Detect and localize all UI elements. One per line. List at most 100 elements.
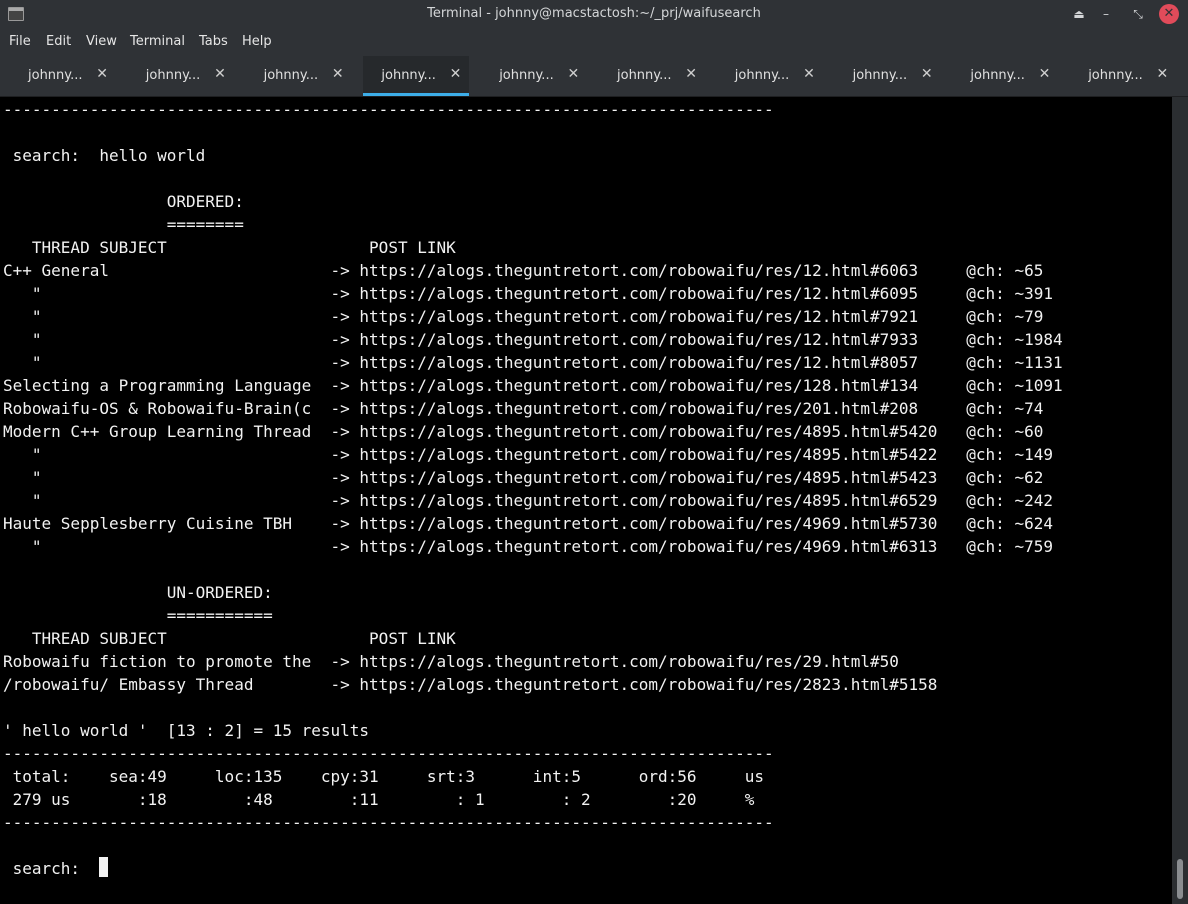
tab-close-icon[interactable]: ✕ — [921, 66, 933, 82]
terminal-line: C++ General -> https://alogs.theguntreto… — [3, 259, 1043, 282]
terminal-line: total: sea:49 loc:135 cpy:31 srt:3 int:5… — [3, 765, 764, 788]
terminal-line: /robowaifu/ Embassy Thread -> https://al… — [3, 673, 937, 696]
terminal-line: " -> https://alogs.theguntretort.com/rob… — [3, 351, 1063, 374]
terminal-line: Robowaifu-OS & Robowaifu-Brain(c -> http… — [3, 397, 1043, 420]
terminal-line-text: Robowaifu-OS & Robowaifu-Brain(c -> http… — [3, 399, 1044, 418]
terminal-line-text: search: — [3, 859, 100, 878]
terminal-line-text: total: sea:49 loc:135 cpy:31 srt:3 int:5… — [3, 767, 764, 786]
terminal-tab[interactable]: johnny... ✕ — [10, 56, 116, 96]
scrollbar-thumb[interactable] — [1177, 859, 1183, 899]
terminal-line-text: Robowaifu fiction to promote the -> http… — [3, 652, 899, 671]
terminal-line: ' hello world ' [13 : 2] = 15 results — [3, 719, 369, 742]
menu-bar: File Edit View Terminal Tabs Help — [0, 28, 1188, 56]
terminal-line: =========== — [3, 604, 273, 627]
tab-label: johnny... — [852, 68, 908, 83]
tab-close-icon[interactable]: ✕ — [214, 66, 226, 82]
terminal-line: UN-ORDERED: — [3, 581, 273, 604]
terminal-line-text: ----------------------------------------… — [3, 813, 774, 832]
menu-edit[interactable]: Edit — [46, 34, 71, 49]
terminal-output[interactable]: ----------------------------------------… — [0, 97, 1172, 904]
terminal-tab[interactable]: johnny... ✕ — [1070, 56, 1176, 96]
terminal-line-text: " -> https://alogs.theguntretort.com/rob… — [3, 284, 1053, 303]
tab-label: johnny... — [145, 68, 201, 83]
terminal-line-text: " -> https://alogs.theguntretort.com/rob… — [3, 307, 1044, 326]
terminal-line: ----------------------------------------… — [3, 98, 774, 121]
tab-close-icon[interactable]: ✕ — [685, 66, 697, 82]
terminal-line: ----------------------------------------… — [3, 811, 774, 834]
terminal-line-text: THREAD SUBJECT POST LINK — [3, 629, 456, 648]
menu-file[interactable]: File — [9, 34, 31, 49]
terminal-line-text: UN-ORDERED: — [3, 583, 273, 602]
terminal-tab[interactable]: johnny... ✕ — [717, 56, 823, 96]
tab-bar: johnny... ✕ johnny... ✕ johnny... ✕ johnny... ✕… — [0, 56, 1188, 97]
terminal-tab[interactable]: johnny... ✕ — [128, 56, 234, 96]
close-window-button[interactable]: ✕ — [1159, 4, 1179, 24]
title-bar: Terminal - johnny@macstactosh:~/_prj/wai… — [0, 0, 1188, 28]
terminal-line-text: /robowaifu/ Embassy Thread -> https://al… — [3, 675, 938, 694]
terminal-line-text: C++ General -> https://alogs.theguntreto… — [3, 261, 1044, 280]
tab-label: johnny... — [263, 68, 319, 83]
terminal-line-text: Selecting a Programming Language -> http… — [3, 376, 1063, 395]
shade-button[interactable]: ⏏ — [1069, 4, 1089, 24]
terminal-line-text: search: hello world — [3, 146, 206, 165]
menu-terminal[interactable]: Terminal — [130, 34, 185, 49]
terminal-line: Haute Sepplesberry Cuisine TBH -> https:… — [3, 512, 1053, 535]
tab-close-icon[interactable]: ✕ — [1039, 66, 1051, 82]
terminal-line: THREAD SUBJECT POST LINK — [3, 627, 456, 650]
terminal-line-text: " -> https://alogs.theguntretort.com/rob… — [3, 491, 1053, 510]
terminal-line: search: hello world — [3, 144, 206, 167]
window-title: Terminal - johnny@macstactosh:~/_prj/wai… — [427, 6, 761, 21]
terminal-line: " -> https://alogs.theguntretort.com/rob… — [3, 489, 1053, 512]
terminal-line-text: Haute Sepplesberry Cuisine TBH -> https:… — [3, 514, 1053, 533]
minimize-button[interactable]: – — [1096, 4, 1116, 24]
terminal-line: 279 us :18 :48 :11 : 1 : 2 :20 % — [3, 788, 755, 811]
tab-label: johnny... — [499, 68, 554, 83]
tab-close-icon[interactable]: ✕ — [332, 66, 344, 82]
tab-label: johnny... — [1088, 68, 1143, 83]
terminal-line-text: Modern C++ Group Learning Thread -> http… — [3, 422, 1044, 441]
terminal-line-text: ' hello world ' [13 : 2] = 15 results — [3, 721, 370, 740]
terminal-line-text: 279 us :18 :48 :11 : 1 : 2 :20 % — [3, 790, 755, 809]
terminal-line: ORDERED: — [3, 190, 244, 213]
tab-label: johnny... — [381, 68, 436, 83]
terminal-tab[interactable]: johnny... ✕ — [363, 56, 470, 96]
terminal-line-text: ----------------------------------------… — [3, 744, 774, 763]
terminal-line-text: =========== — [3, 606, 273, 625]
terminal-tab[interactable]: johnny... ✕ — [599, 56, 705, 96]
terminal-line: ======== — [3, 213, 244, 236]
terminal-line: Selecting a Programming Language -> http… — [3, 374, 1063, 397]
terminal-line: " -> https://alogs.theguntretort.com/rob… — [3, 305, 1043, 328]
terminal-line-text: THREAD SUBJECT POST LINK — [3, 238, 456, 257]
restore-button[interactable]: ⤡ — [1128, 4, 1148, 24]
terminal-tab[interactable]: johnny... ✕ — [952, 56, 1058, 96]
terminal-tab[interactable]: johnny... ✕ — [481, 56, 587, 96]
terminal-line-text: " -> https://alogs.theguntretort.com/rob… — [3, 468, 1044, 487]
tab-close-icon[interactable]: ✕ — [96, 66, 108, 82]
terminal-line: " -> https://alogs.theguntretort.com/rob… — [3, 282, 1053, 305]
tab-close-icon[interactable]: ✕ — [567, 66, 579, 82]
tab-close-icon[interactable]: ✕ — [803, 66, 815, 82]
terminal-tab[interactable]: johnny... ✕ — [835, 56, 941, 96]
menu-view[interactable]: View — [86, 34, 117, 49]
terminal-line: Robowaifu fiction to promote the -> http… — [3, 650, 899, 673]
terminal-line-text: ======== — [3, 215, 244, 234]
tab-close-icon[interactable]: ✕ — [450, 66, 462, 82]
terminal-line: THREAD SUBJECT POST LINK — [3, 236, 456, 259]
menu-tabs[interactable]: Tabs — [199, 34, 228, 49]
tab-label: johnny... — [970, 68, 1025, 83]
terminal-line-text: ----------------------------------------… — [3, 100, 774, 119]
terminal-line: " -> https://alogs.theguntretort.com/rob… — [3, 535, 1053, 558]
tab-label: johnny... — [28, 68, 83, 83]
terminal-line-text: ORDERED: — [3, 192, 244, 211]
tab-close-icon[interactable]: ✕ — [1156, 66, 1168, 82]
terminal-line: " -> https://alogs.theguntretort.com/rob… — [3, 466, 1043, 489]
terminal-tab[interactable]: johnny... ✕ — [246, 56, 352, 96]
terminal-line: Modern C++ Group Learning Thread -> http… — [3, 420, 1043, 443]
terminal-line: " -> https://alogs.theguntretort.com/rob… — [3, 443, 1053, 466]
terminal-line: " -> https://alogs.theguntretort.com/rob… — [3, 328, 1063, 351]
terminal-line-text: " -> https://alogs.theguntretort.com/rob… — [3, 353, 1063, 372]
terminal-line: ----------------------------------------… — [3, 742, 774, 765]
terminal-line-text: " -> https://alogs.theguntretort.com/rob… — [3, 537, 1053, 556]
terminal-scrollbar[interactable] — [1172, 97, 1188, 904]
menu-help[interactable]: Help — [242, 34, 272, 49]
